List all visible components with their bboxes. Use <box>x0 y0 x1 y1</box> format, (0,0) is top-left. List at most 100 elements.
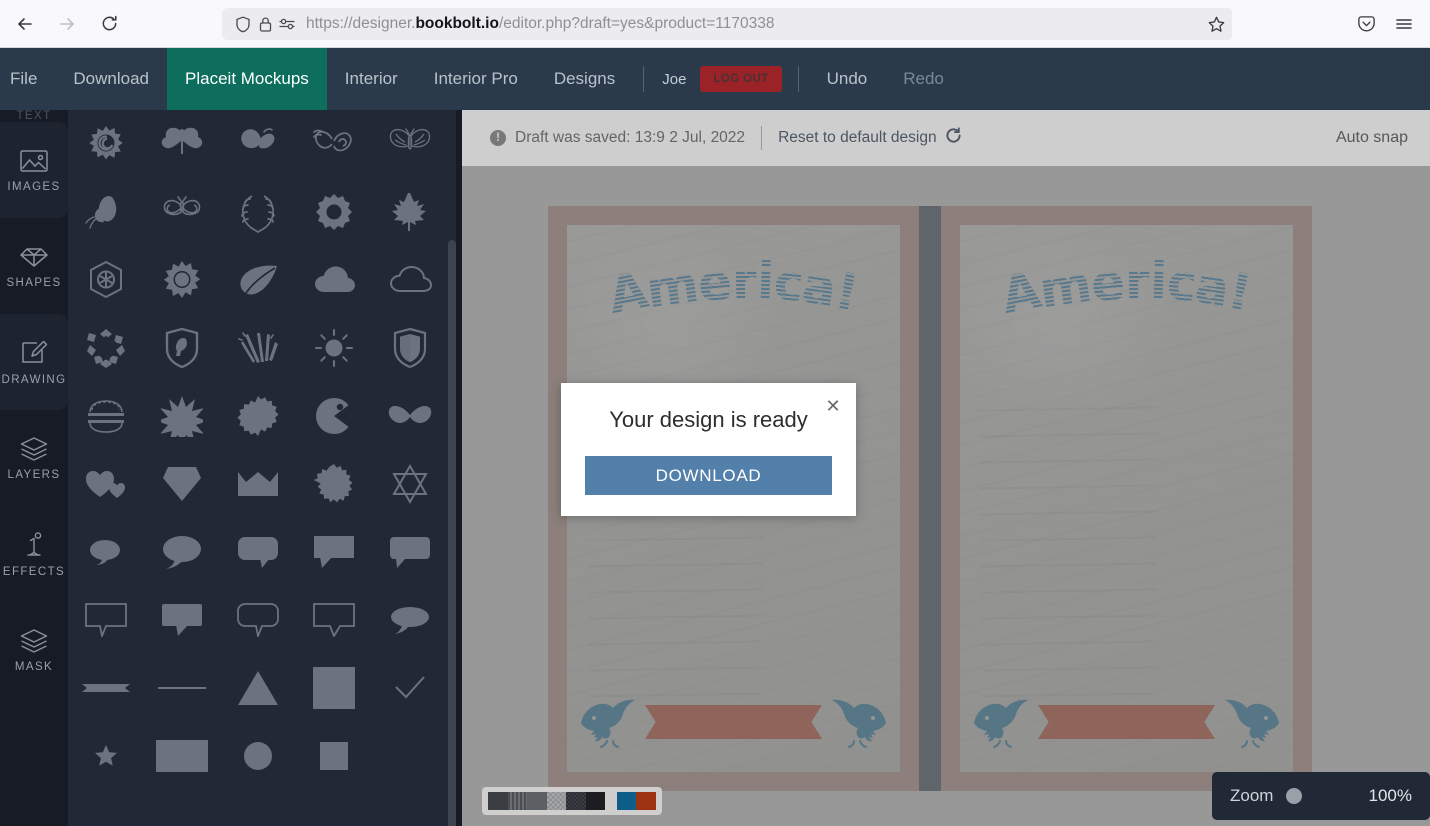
shape-speech-bubble-ellipse-icon[interactable] <box>372 586 448 654</box>
menu-item-designs[interactable]: Designs <box>536 48 633 110</box>
shape-speech-bubble-outline-icon[interactable] <box>68 586 144 654</box>
shape-speech-bubble-square-icon[interactable] <box>296 518 372 586</box>
menu-item-download[interactable]: Download <box>55 48 167 110</box>
shape-sun-spiral-icon[interactable] <box>68 110 144 178</box>
palette-accent-swatch-red[interactable] <box>636 792 657 810</box>
user-name-label: Joe <box>662 70 687 88</box>
color-palette-strip[interactable] <box>482 787 662 815</box>
shape-speech-bubble-tail-outline-icon[interactable] <box>296 586 372 654</box>
zoom-slider-track[interactable] <box>1283 788 1358 804</box>
shape-triangle-icon[interactable] <box>220 654 296 722</box>
shape-butterfly-flying-icon[interactable] <box>68 178 144 246</box>
rail-item-images[interactable]: IMAGES <box>0 122 68 218</box>
shape-butterfly-monarch-icon[interactable] <box>372 110 448 178</box>
shape-rectangle-icon[interactable] <box>144 722 220 790</box>
refresh-icon <box>945 127 962 149</box>
shape-leaf-icon[interactable] <box>220 246 296 314</box>
shape-butterfly-side-icon[interactable] <box>220 110 296 178</box>
shapes-panel-scrollbar[interactable] <box>448 240 456 826</box>
shape-badge-banner-icon[interactable] <box>68 382 144 450</box>
mask-layers-icon <box>19 628 49 654</box>
close-icon[interactable]: ✕ <box>824 397 842 415</box>
shape-pacman-icon[interactable] <box>296 382 372 450</box>
shape-star-of-david-icon[interactable] <box>372 450 448 518</box>
shape-speech-bubble-wide-icon[interactable] <box>372 518 448 586</box>
shape-seal-rosette-icon[interactable] <box>220 382 296 450</box>
palette-swatch[interactable] <box>507 792 528 810</box>
rail-item-effects[interactable]: EFFECTS <box>0 506 68 602</box>
shape-speech-bubble-filled-icon[interactable] <box>144 586 220 654</box>
canvas-topbar: ! Draft was saved: 13:9 2 Jul, 2022 Rese… <box>462 110 1430 166</box>
forward-button[interactable] <box>50 7 84 41</box>
info-icon: ! <box>490 130 506 146</box>
download-button[interactable]: DOWNLOAD <box>585 456 832 495</box>
shape-speech-bubble-small-icon[interactable] <box>68 518 144 586</box>
shape-butterfly-wide-icon[interactable] <box>144 110 220 178</box>
shape-diamond-gem-icon[interactable] <box>144 450 220 518</box>
shape-shield-icon[interactable] <box>372 314 448 382</box>
back-button[interactable] <box>8 7 42 41</box>
shape-fireworks-icon[interactable] <box>220 314 296 382</box>
shape-star-burst-icon[interactable] <box>144 382 220 450</box>
shape-speech-bubble-oval-icon[interactable] <box>144 518 220 586</box>
menu-item-placeit-mockups[interactable]: Placeit Mockups <box>167 48 327 110</box>
palette-swatch[interactable] <box>585 792 606 810</box>
zoom-slider-knob[interactable] <box>1286 788 1303 804</box>
reload-button[interactable] <box>92 7 126 41</box>
permissions-icon[interactable] <box>276 13 298 35</box>
shape-triangle-ring-icon[interactable] <box>68 314 144 382</box>
shape-star-small-icon[interactable] <box>68 722 144 790</box>
palette-swatch[interactable] <box>566 792 586 810</box>
shape-hexagon-aperture-icon[interactable] <box>68 246 144 314</box>
rail-item-drawing[interactable]: DRAWING <box>0 314 68 410</box>
shape-laurel-wreath-icon[interactable] <box>220 178 296 246</box>
shape-cell-empty <box>372 722 448 790</box>
auto-snap-button[interactable]: Auto snap <box>1336 129 1408 147</box>
pencil-square-icon <box>19 339 49 367</box>
menu-item-file[interactable]: File <box>0 48 55 110</box>
shape-circle-icon[interactable] <box>220 722 296 790</box>
rail-item-text-clipped[interactable]: TEXT <box>0 110 68 122</box>
shield-icon <box>232 13 254 35</box>
shape-crown-icon[interactable] <box>220 450 296 518</box>
shape-butterfly-outline-icon[interactable] <box>144 178 220 246</box>
shape-two-hearts-icon[interactable] <box>68 450 144 518</box>
shape-sun-burst-icon[interactable] <box>144 246 220 314</box>
shape-cloud-filled-icon[interactable] <box>296 246 372 314</box>
shape-square-filled-icon[interactable] <box>296 654 372 722</box>
shape-butterfly-heart-icon[interactable] <box>296 110 372 178</box>
shape-checkmark-icon[interactable] <box>372 654 448 722</box>
shape-mustache-icon[interactable] <box>372 382 448 450</box>
shape-cloud-outline-icon[interactable] <box>372 246 448 314</box>
redo-button[interactable]: Redo <box>885 48 962 110</box>
palette-swatch[interactable] <box>527 792 547 810</box>
menu-item-interior-pro[interactable]: Interior Pro <box>416 48 536 110</box>
shape-speech-bubble-round-icon[interactable] <box>220 518 296 586</box>
shape-ribbon-line-icon[interactable] <box>68 654 144 722</box>
rail-item-layers[interactable]: LAYERS <box>0 410 68 506</box>
shape-speech-bubble-rounded-outline-icon[interactable] <box>220 586 296 654</box>
shape-horizontal-line-icon[interactable] <box>144 654 220 722</box>
rail-label-drawing: DRAWING <box>1 373 67 386</box>
shape-square-small-icon[interactable] <box>296 722 372 790</box>
shape-horse-shield-icon[interactable] <box>144 314 220 382</box>
shape-starburst-round-icon[interactable] <box>296 450 372 518</box>
shape-maple-leaf-icon[interactable] <box>372 178 448 246</box>
undo-button[interactable]: Undo <box>809 48 886 110</box>
shape-sun-gear-icon[interactable] <box>296 178 372 246</box>
rail-item-mask[interactable]: MASK <box>0 602 68 698</box>
palette-swatch[interactable] <box>488 792 508 810</box>
rail-label-effects: EFFECTS <box>2 565 66 578</box>
shape-sun-rays-icon[interactable] <box>296 314 372 382</box>
address-bar[interactable]: https://designer.bookbolt.io/editor.php?… <box>222 8 1232 40</box>
palette-accent-swatch-blue[interactable] <box>616 792 637 810</box>
menu-item-interior[interactable]: Interior <box>327 48 416 110</box>
pocket-save-icon[interactable] <box>1352 10 1380 38</box>
logout-button[interactable]: LOG OUT <box>700 66 782 92</box>
hamburger-menu-icon[interactable] <box>1390 10 1418 38</box>
reset-to-default-design-button[interactable]: Reset to default design <box>778 127 962 149</box>
zoom-control[interactable]: Zoom 100% <box>1212 772 1430 820</box>
palette-swatch[interactable] <box>546 792 567 810</box>
rail-item-shapes[interactable]: SHAPES <box>0 218 68 314</box>
bookmark-star-icon[interactable] <box>1200 8 1232 40</box>
